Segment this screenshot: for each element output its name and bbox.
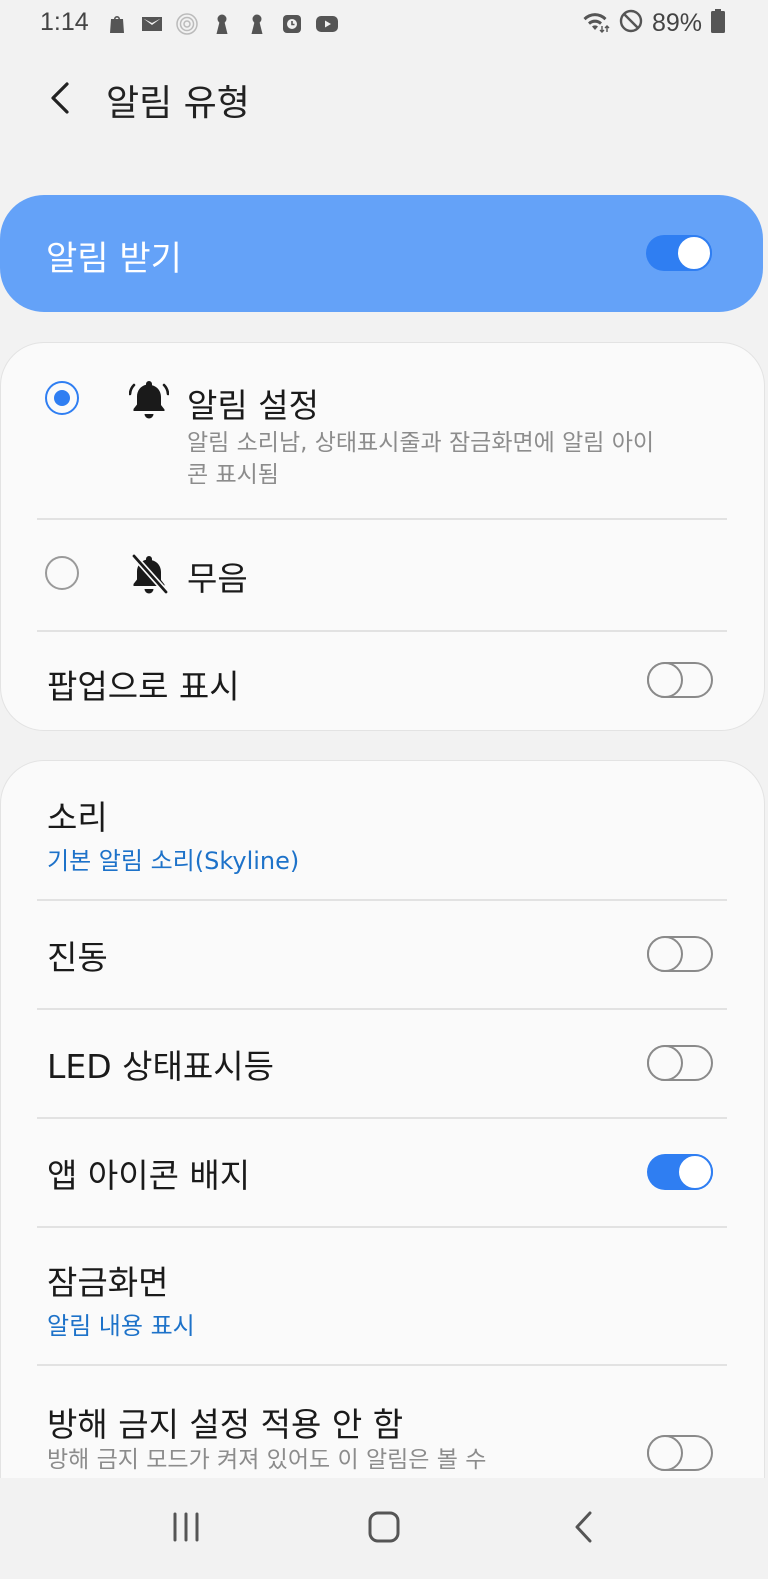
status-time: 1:14 [40, 8, 89, 36]
silent-radio[interactable] [45, 556, 79, 590]
sound-row[interactable]: 소리 기본 알림 소리(Skyline) [1, 761, 764, 899]
alert-option-row[interactable]: 알림 설정 알림 소리남, 상태표시줄과 잠금화면에 알림 아이콘 표시됨 [1, 343, 764, 518]
badge-row[interactable]: 앱 아이콘 배지 [1, 1119, 764, 1226]
mail-icon [139, 11, 165, 37]
popup-title: 팝업으로 표시 [47, 667, 240, 706]
alert-radio[interactable] [45, 381, 79, 415]
keyhole-icon [209, 11, 235, 37]
youtube-icon [314, 11, 340, 37]
silent-option-title: 무음 [187, 559, 248, 598]
back-icon [575, 1511, 592, 1543]
alert-type-card: 알림 설정 알림 소리남, 상태표시줄과 잠금화면에 알림 아이콘 표시됨 무음… [0, 342, 765, 731]
popup-row[interactable]: 팝업으로 표시 [1, 632, 764, 730]
bell-ringing-icon [129, 381, 169, 419]
lock-screen-value: 알림 내용 표시 [47, 1312, 195, 1340]
battery-icon [710, 8, 726, 38]
sound-title: 소리 [47, 798, 108, 837]
silent-option-row[interactable]: 무음 [1, 520, 764, 630]
led-row[interactable]: LED 상태표시등 [1, 1010, 764, 1117]
popup-toggle[interactable] [647, 662, 713, 698]
do-not-disturb-icon [618, 8, 644, 38]
lock-screen-title: 잠금화면 [47, 1263, 169, 1302]
led-title: LED 상태표시등 [47, 1047, 274, 1086]
notification-settings-card: 소리 기본 알림 소리(Skyline) 진동 LED 상태표시등 앱 아이콘 … [0, 760, 765, 1522]
system-status-icons: 89% [580, 8, 726, 38]
recent-apps-icon [173, 1512, 199, 1542]
page-title: 알림 유형 [106, 83, 250, 124]
vibration-toggle[interactable] [647, 936, 713, 972]
notification-icons [104, 10, 340, 38]
chevron-left-icon [51, 82, 69, 114]
system-navigation-bar [0, 1478, 768, 1579]
dnd-override-toggle[interactable] [647, 1435, 713, 1471]
alert-option-title: 알림 설정 [187, 386, 319, 425]
vibration-row[interactable]: 진동 [1, 901, 764, 1008]
home-icon [368, 1511, 400, 1543]
navigate-up-button[interactable] [36, 74, 84, 122]
sound-value: 기본 알림 소리(Skyline) [47, 847, 300, 875]
app-bar: 알림 유형 [0, 60, 768, 140]
master-notifications-switch[interactable]: 알림 받기 [0, 195, 763, 312]
lock-screen-row[interactable]: 잠금화면 알림 내용 표시 [1, 1228, 764, 1364]
shopping-bag-icon [104, 11, 130, 37]
master-toggle[interactable] [646, 235, 712, 271]
clock-app-icon [279, 11, 305, 37]
badge-title: 앱 아이콘 배지 [47, 1156, 251, 1195]
bell-off-icon [131, 554, 169, 594]
master-switch-label: 알림 받기 [46, 239, 182, 279]
recent-apps-button[interactable] [156, 1502, 216, 1552]
status-bar: 1:14 89% [0, 0, 768, 48]
battery-percent: 89% [651, 8, 702, 37]
dnd-override-title: 방해 금지 설정 적용 안 함 [47, 1405, 404, 1444]
alert-option-description: 알림 소리남, 상태표시줄과 잠금화면에 알림 아이콘 표시됨 [187, 430, 655, 488]
wifi-icon [580, 8, 610, 38]
hotspot-icon [174, 11, 200, 37]
keyhole-icon [244, 11, 270, 37]
home-button[interactable] [354, 1502, 414, 1552]
dnd-override-description: 방해 금지 모드가 켜져 있어도 이 알림은 볼 수 [47, 1447, 487, 1473]
badge-toggle[interactable] [647, 1154, 713, 1190]
led-toggle[interactable] [647, 1045, 713, 1081]
back-button[interactable] [554, 1502, 614, 1552]
vibration-title: 진동 [47, 938, 108, 977]
